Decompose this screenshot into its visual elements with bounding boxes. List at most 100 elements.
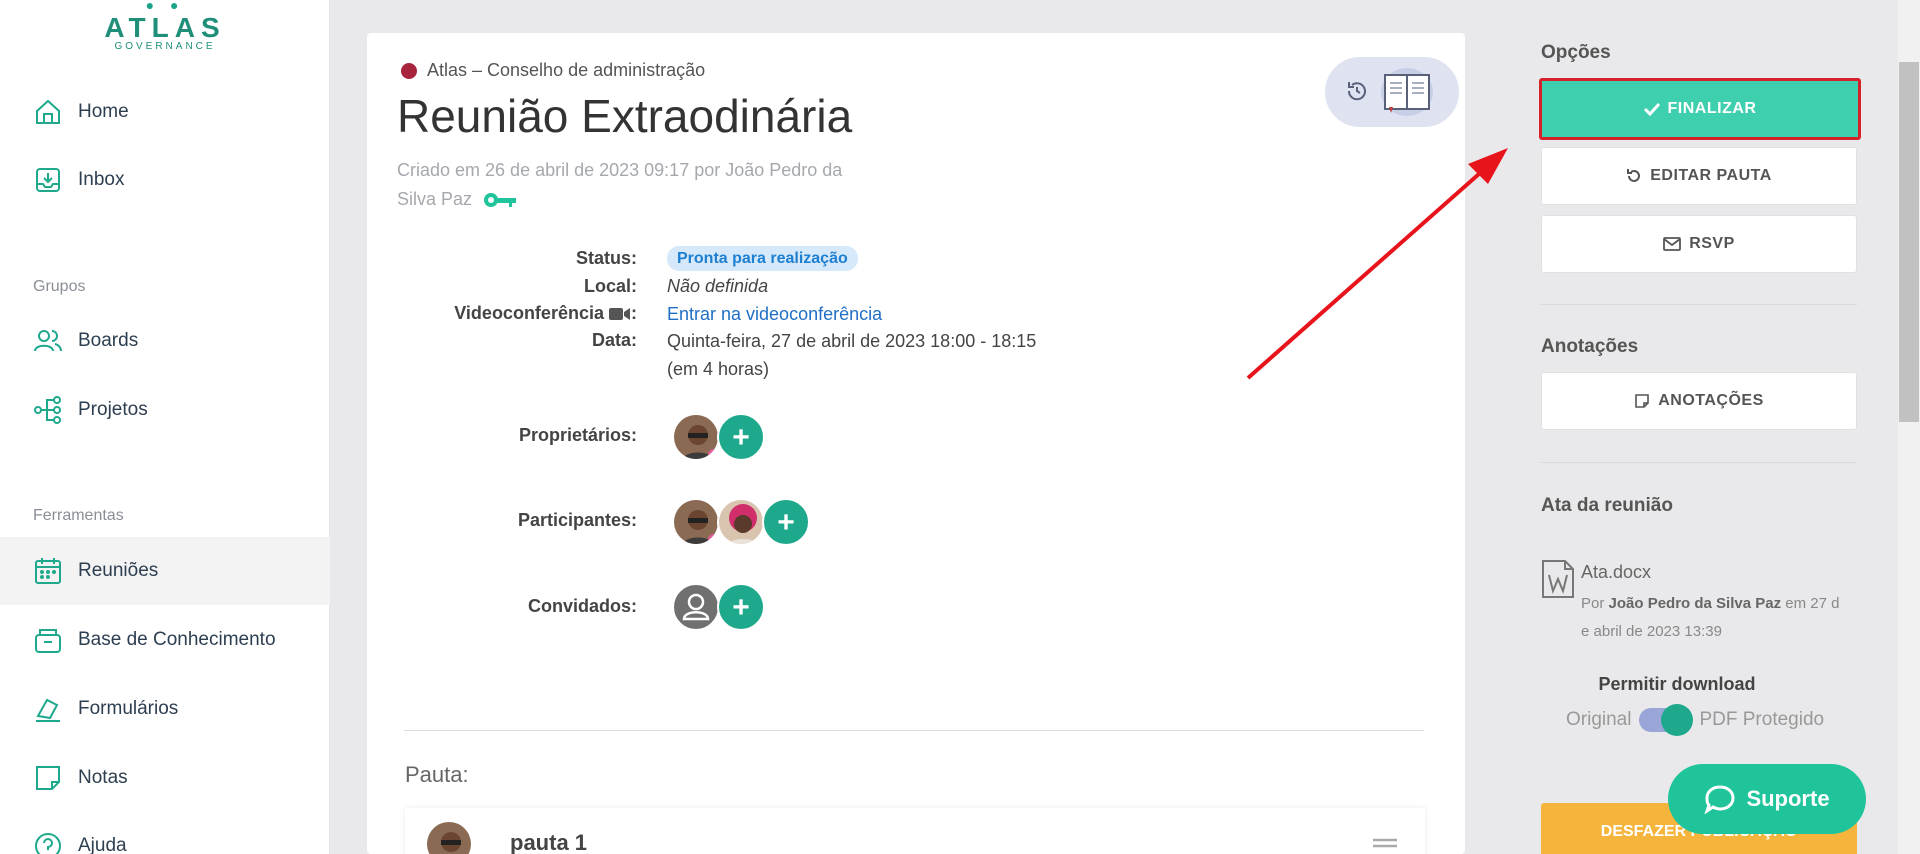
file-meta: Por João Pedro da Silva Paz em 27 d e ab… [1581,590,1861,646]
notes-title: Anotações [1541,336,1639,357]
guests-label: Convidados: [527,596,637,616]
atlas-logo[interactable]: ● ● ATLAS GOVERNANCE [100,0,230,60]
toggle-knob [1661,704,1694,736]
panel-divider [1541,304,1857,305]
edit-agenda-button[interactable]: EDITAR PAUTA [1541,147,1857,205]
meeting-org[interactable]: Atlas – Conselho de administração [401,60,705,81]
rsvp-button[interactable]: RSVP [1541,215,1857,273]
org-color-dot [401,62,417,79]
finalize-button[interactable]: FINALIZAR [1539,78,1861,140]
sidebar-item-notas[interactable]: Notas [0,744,330,812]
created-line-1: Criado em 26 de abril de 2023 09:17 por … [397,160,843,180]
history-icon [1347,82,1366,101]
undo-icon [1627,169,1641,182]
file-author: João Pedro da Silva Paz [1608,595,1782,612]
notes-label: ANOTAÇÕES [1658,392,1764,409]
support-label: Suporte [1746,786,1830,811]
drag-handle-icon[interactable] [1373,838,1397,852]
support-button[interactable]: Suporte [1668,764,1866,834]
logo-sub: GOVERNANCE [114,41,216,52]
created-line-2: Silva Paz [397,189,473,209]
status-label: Status: [575,248,637,268]
home-icon [36,99,60,124]
sidebar-item-label: Home [78,101,129,122]
word-file-icon[interactable] [1541,559,1575,599]
participants-label: Participantes: [517,510,637,530]
sidebar-item-label: Boards [78,330,139,351]
finalize-label: FINALIZAR [1667,100,1757,117]
date-relative: (em 4 horas) [667,359,770,379]
panel-divider [1541,462,1857,463]
file-name[interactable]: Ata.docx [1581,562,1651,583]
sidebar-item-label: Formulários [78,698,179,719]
date-label: Data: [591,330,637,350]
avatar[interactable] [672,413,720,461]
section-groups: Grupos [33,278,86,295]
guests-avatars: + [672,583,765,631]
owners-label: Proprietários: [518,425,637,445]
sidebar-item-knowledge-base[interactable]: Base de Conhecimento [0,606,330,674]
sidebar-item-label: Base de Conhecimento [78,629,276,650]
status-value: Pronta para realização [667,246,858,271]
check-icon [1643,102,1660,116]
rsvp-label: RSVP [1689,235,1735,252]
divider [404,730,1424,731]
sidebar-item-boards[interactable]: Boards [0,307,330,375]
sidebar-item-label: Inbox [78,169,125,190]
download-mode-toggle[interactable] [1639,704,1694,736]
scrollbar-thumb[interactable] [1899,62,1919,422]
notes-button[interactable]: ANOTAÇÕES [1541,372,1857,430]
video-camera-icon [609,308,630,321]
local-value: Não definida [667,276,769,296]
video-label: Videoconferência : [454,303,637,323]
avatar[interactable] [717,498,765,546]
local-label: Local: [583,276,637,296]
allow-download-title: Permitir download [1598,674,1756,694]
archive-icon [35,629,61,653]
logo-brand: ATLAS [104,12,226,43]
agenda-item-title: pauta 1 [510,830,588,854]
avatar[interactable] [672,498,720,546]
edit-agenda-label: EDITAR PAUTA [1650,167,1772,184]
avatar [425,820,473,854]
sidebar: ● ● ATLAS GOVERNANCE Home Inbox Grupos B… [0,0,330,854]
sidebar-item-label: Reuniões [78,560,159,581]
chat-bubble-icon [1704,785,1735,814]
sidebar-item-forms[interactable]: Formulários [0,675,330,743]
sidebar-item-inbox[interactable]: Inbox [0,146,330,214]
participants-avatars: + [672,498,810,546]
key-icon [484,193,517,208]
file-date: em 27 d [1785,595,1840,612]
envelope-icon [1663,237,1682,251]
users-icon [34,330,62,352]
user-icon [682,593,710,621]
sidebar-item-home[interactable]: Home [0,78,330,146]
created-info: Criado em 26 de abril de 2023 09:17 por … [397,156,917,214]
status-badge: Pronta para realização [667,246,858,271]
inbox-icon [36,168,60,192]
history-ata-button[interactable] [1325,57,1459,127]
page-title: Reunião Extraodinária [397,90,853,142]
guest-avatar[interactable] [672,583,720,631]
book-icon [1381,68,1433,116]
sidebar-item-reunioes[interactable]: Reuniões [0,537,330,605]
add-participant-button[interactable]: + [762,498,810,546]
sidebar-item-ajuda[interactable]: Ajuda [0,812,330,854]
sidebar-item-label: Notas [78,767,128,788]
org-label: Atlas – Conselho de administração [427,60,706,80]
agenda-item[interactable]: pauta 1 [405,808,1425,854]
logo-mark: ● ● [145,0,185,13]
form-icon [36,698,60,722]
minutes-title: Ata da reunião [1541,495,1673,516]
add-owner-button[interactable]: + [717,413,765,461]
add-guest-button[interactable]: + [717,583,765,631]
help-icon [35,833,61,854]
sidebar-item-label: Ajuda [78,835,127,854]
note-icon [36,766,60,790]
video-link[interactable]: Entrar na videoconferência [667,304,882,325]
calendar-icon [35,558,61,584]
toggle-left-label: Original [1566,709,1632,730]
network-icon [34,396,61,424]
sidebar-item-projetos[interactable]: Projetos [0,376,330,444]
meeting-card: Atlas – Conselho de administração Reuniã… [367,33,1465,854]
